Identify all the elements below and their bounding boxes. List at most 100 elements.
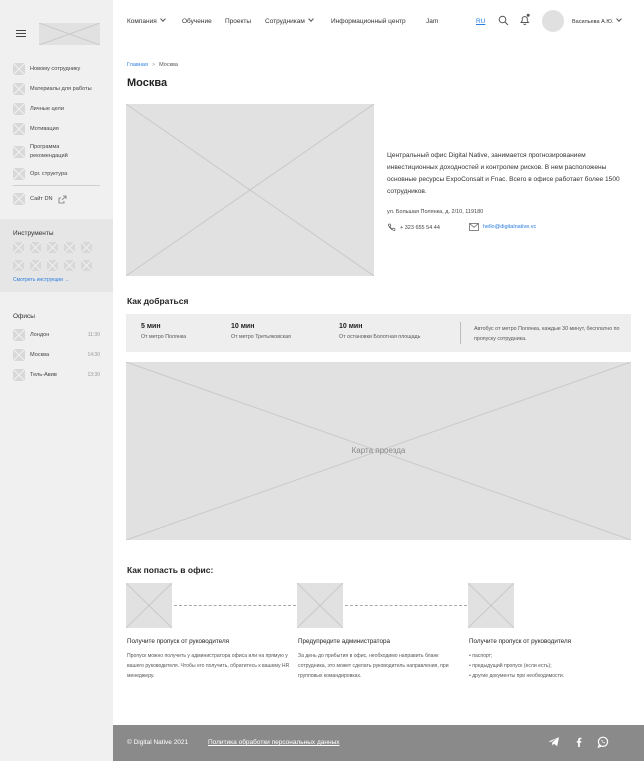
bus-note: Автобус от метро Полянка, каждые 30 мину… bbox=[474, 326, 620, 342]
logo[interactable] bbox=[39, 23, 100, 45]
sidebar-item-dn-site[interactable]: Сайт DN bbox=[13, 193, 67, 205]
mail-icon bbox=[469, 223, 479, 231]
route-desc: От метро Полянка bbox=[141, 334, 187, 340]
tool-3-icon[interactable] bbox=[47, 242, 58, 253]
chevron-down-icon bbox=[616, 16, 623, 22]
office-photo bbox=[126, 104, 374, 276]
phone-number: + 323 655 54 44 bbox=[400, 224, 440, 231]
step-connector bbox=[174, 605, 296, 606]
sidebar-item-label: Личные цели bbox=[30, 105, 64, 112]
list-item: другие документы при необходимости. bbox=[469, 672, 634, 682]
breadcrumb-separator: > bbox=[151, 62, 156, 68]
nav-projects[interactable]: Проекты bbox=[225, 18, 251, 25]
list-item: паспорт; bbox=[469, 652, 634, 662]
language-switch[interactable]: RU bbox=[476, 18, 485, 25]
route-map[interactable]: Карта проезда bbox=[126, 362, 631, 540]
nav-employees[interactable]: Сотрудникам bbox=[265, 16, 314, 25]
route-time: 10 мин bbox=[231, 323, 255, 330]
work-materials-icon bbox=[13, 83, 25, 95]
personal-goals-icon bbox=[13, 103, 25, 115]
phone-icon bbox=[388, 223, 396, 231]
tool-4-icon[interactable] bbox=[64, 242, 75, 253]
route-item: 10 мин От метро Третьяковская bbox=[231, 323, 291, 340]
nav-label: Обучение bbox=[182, 18, 212, 25]
route-desc: От остановки Болотная площадь bbox=[339, 334, 421, 340]
copyright: © Digital Native 2021 bbox=[127, 739, 189, 746]
nav-info-center[interactable]: Информационный центр bbox=[331, 18, 406, 25]
tool-6-icon[interactable] bbox=[13, 260, 24, 271]
sidebar-item-personal-goals[interactable]: Личные цели bbox=[13, 103, 64, 115]
nav-label: Сотрудникам bbox=[265, 18, 305, 25]
tool-9-icon[interactable] bbox=[64, 260, 75, 271]
nav-company[interactable]: Компания bbox=[127, 16, 166, 25]
office-name: Москва bbox=[30, 352, 50, 358]
office-item-london[interactable]: Лондон 11:30 bbox=[13, 329, 100, 341]
nav-label: Jam bbox=[426, 18, 439, 25]
tel-aviv-icon bbox=[13, 369, 25, 381]
sidebar-item-referral-program[interactable]: Программа рекомендаций bbox=[13, 143, 73, 161]
step-text: Пропуск можно получить у администратора … bbox=[127, 653, 290, 679]
sidebar-divider bbox=[13, 185, 100, 186]
nav-training[interactable]: Обучение bbox=[182, 18, 212, 25]
office-time: 13:30 bbox=[87, 372, 100, 378]
user-menu[interactable]: Васильева А.Ю. bbox=[572, 16, 623, 25]
breadcrumb-current: Москва bbox=[159, 62, 178, 68]
sidebar-item-org-structure[interactable]: Орг. структура bbox=[13, 168, 67, 180]
whatsapp-icon[interactable] bbox=[596, 735, 610, 749]
breadcrumb-home-link[interactable]: Главная bbox=[127, 62, 148, 68]
search-icon[interactable] bbox=[498, 15, 509, 26]
sidebar-item-label: Новому сотруднику bbox=[30, 65, 81, 72]
step-connector bbox=[345, 605, 467, 606]
motivation-icon bbox=[13, 123, 25, 135]
office-time: 11:30 bbox=[87, 332, 100, 338]
route-item: 5 мин От метро Полянка bbox=[141, 323, 186, 340]
office-item-tel-aviv[interactable]: Тель-Авив 13:30 bbox=[13, 369, 100, 381]
step-text: За день до прибытия в офис, необходимо н… bbox=[298, 653, 449, 679]
routes-divider bbox=[460, 322, 461, 344]
sidebar-item-motivation[interactable]: Мотивация bbox=[13, 123, 59, 135]
london-icon bbox=[13, 329, 25, 341]
sidebar-item-new-employee[interactable]: Новому сотруднику bbox=[13, 63, 80, 75]
step-image bbox=[297, 583, 343, 628]
notification-bell-icon[interactable] bbox=[519, 13, 531, 26]
external-link-icon bbox=[58, 195, 66, 203]
sidebar-item-label: Материалы для работы bbox=[30, 85, 92, 92]
route-desc: От метро Третьяковская bbox=[231, 334, 291, 340]
office-description: Центральный офис Digital Native, занимае… bbox=[387, 152, 620, 195]
step-title: Получите пропуск от руководителя bbox=[127, 638, 230, 645]
tool-10-icon[interactable] bbox=[81, 260, 92, 271]
step-title: Получите пропуск от руководителя bbox=[469, 638, 572, 645]
tool-7-icon[interactable] bbox=[30, 260, 41, 271]
hamburger-menu-icon[interactable] bbox=[16, 30, 26, 37]
tools-title: Инструменты bbox=[13, 230, 54, 237]
nav-label: Компания bbox=[127, 18, 157, 25]
breadcrumb: Главная > Москва bbox=[127, 62, 178, 68]
tool-1-icon[interactable] bbox=[13, 242, 24, 253]
sidebar: Новому сотруднику Материалы для работы Л… bbox=[0, 0, 113, 761]
chevron-down-icon bbox=[307, 16, 314, 22]
office-address: ул. Большая Полянка, д. 2/10, 119180 bbox=[387, 209, 484, 215]
route-item: 10 мин От остановки Болотная площадь bbox=[339, 323, 420, 340]
office-email[interactable]: hello@digitalnative.vc bbox=[469, 223, 536, 231]
avatar[interactable] bbox=[542, 10, 564, 32]
page-title: Москва bbox=[127, 77, 168, 89]
office-item-moscow[interactable]: Москва 14:30 bbox=[13, 349, 100, 361]
sidebar-item-work-materials[interactable]: Материалы для работы bbox=[13, 83, 92, 95]
telegram-icon[interactable] bbox=[547, 735, 561, 749]
footer: © Digital Native 2021 Политика обработки… bbox=[113, 725, 644, 761]
sidebar-item-label: Программа рекомендаций bbox=[30, 144, 68, 159]
tool-8-icon[interactable] bbox=[47, 260, 58, 271]
facebook-icon[interactable] bbox=[572, 735, 586, 749]
tools-instructions-link[interactable]: Смотреть инструкции → bbox=[13, 277, 69, 283]
user-name: Васильева А.Ю. bbox=[572, 19, 614, 25]
office-phone[interactable]: + 323 655 54 44 bbox=[387, 223, 440, 232]
nav-jam[interactable]: Jam bbox=[426, 18, 438, 25]
privacy-policy-link[interactable]: Политика обработки персональных данных bbox=[208, 739, 340, 746]
tool-2-icon[interactable] bbox=[30, 242, 41, 253]
step-image bbox=[126, 583, 172, 628]
sidebar-item-label: Сайт DN bbox=[30, 195, 53, 202]
tool-5-icon[interactable] bbox=[81, 242, 92, 253]
office-time: 14:30 bbox=[87, 352, 100, 358]
nav-label: Информационный центр bbox=[331, 18, 406, 25]
directions-title: Как добраться bbox=[127, 296, 189, 306]
